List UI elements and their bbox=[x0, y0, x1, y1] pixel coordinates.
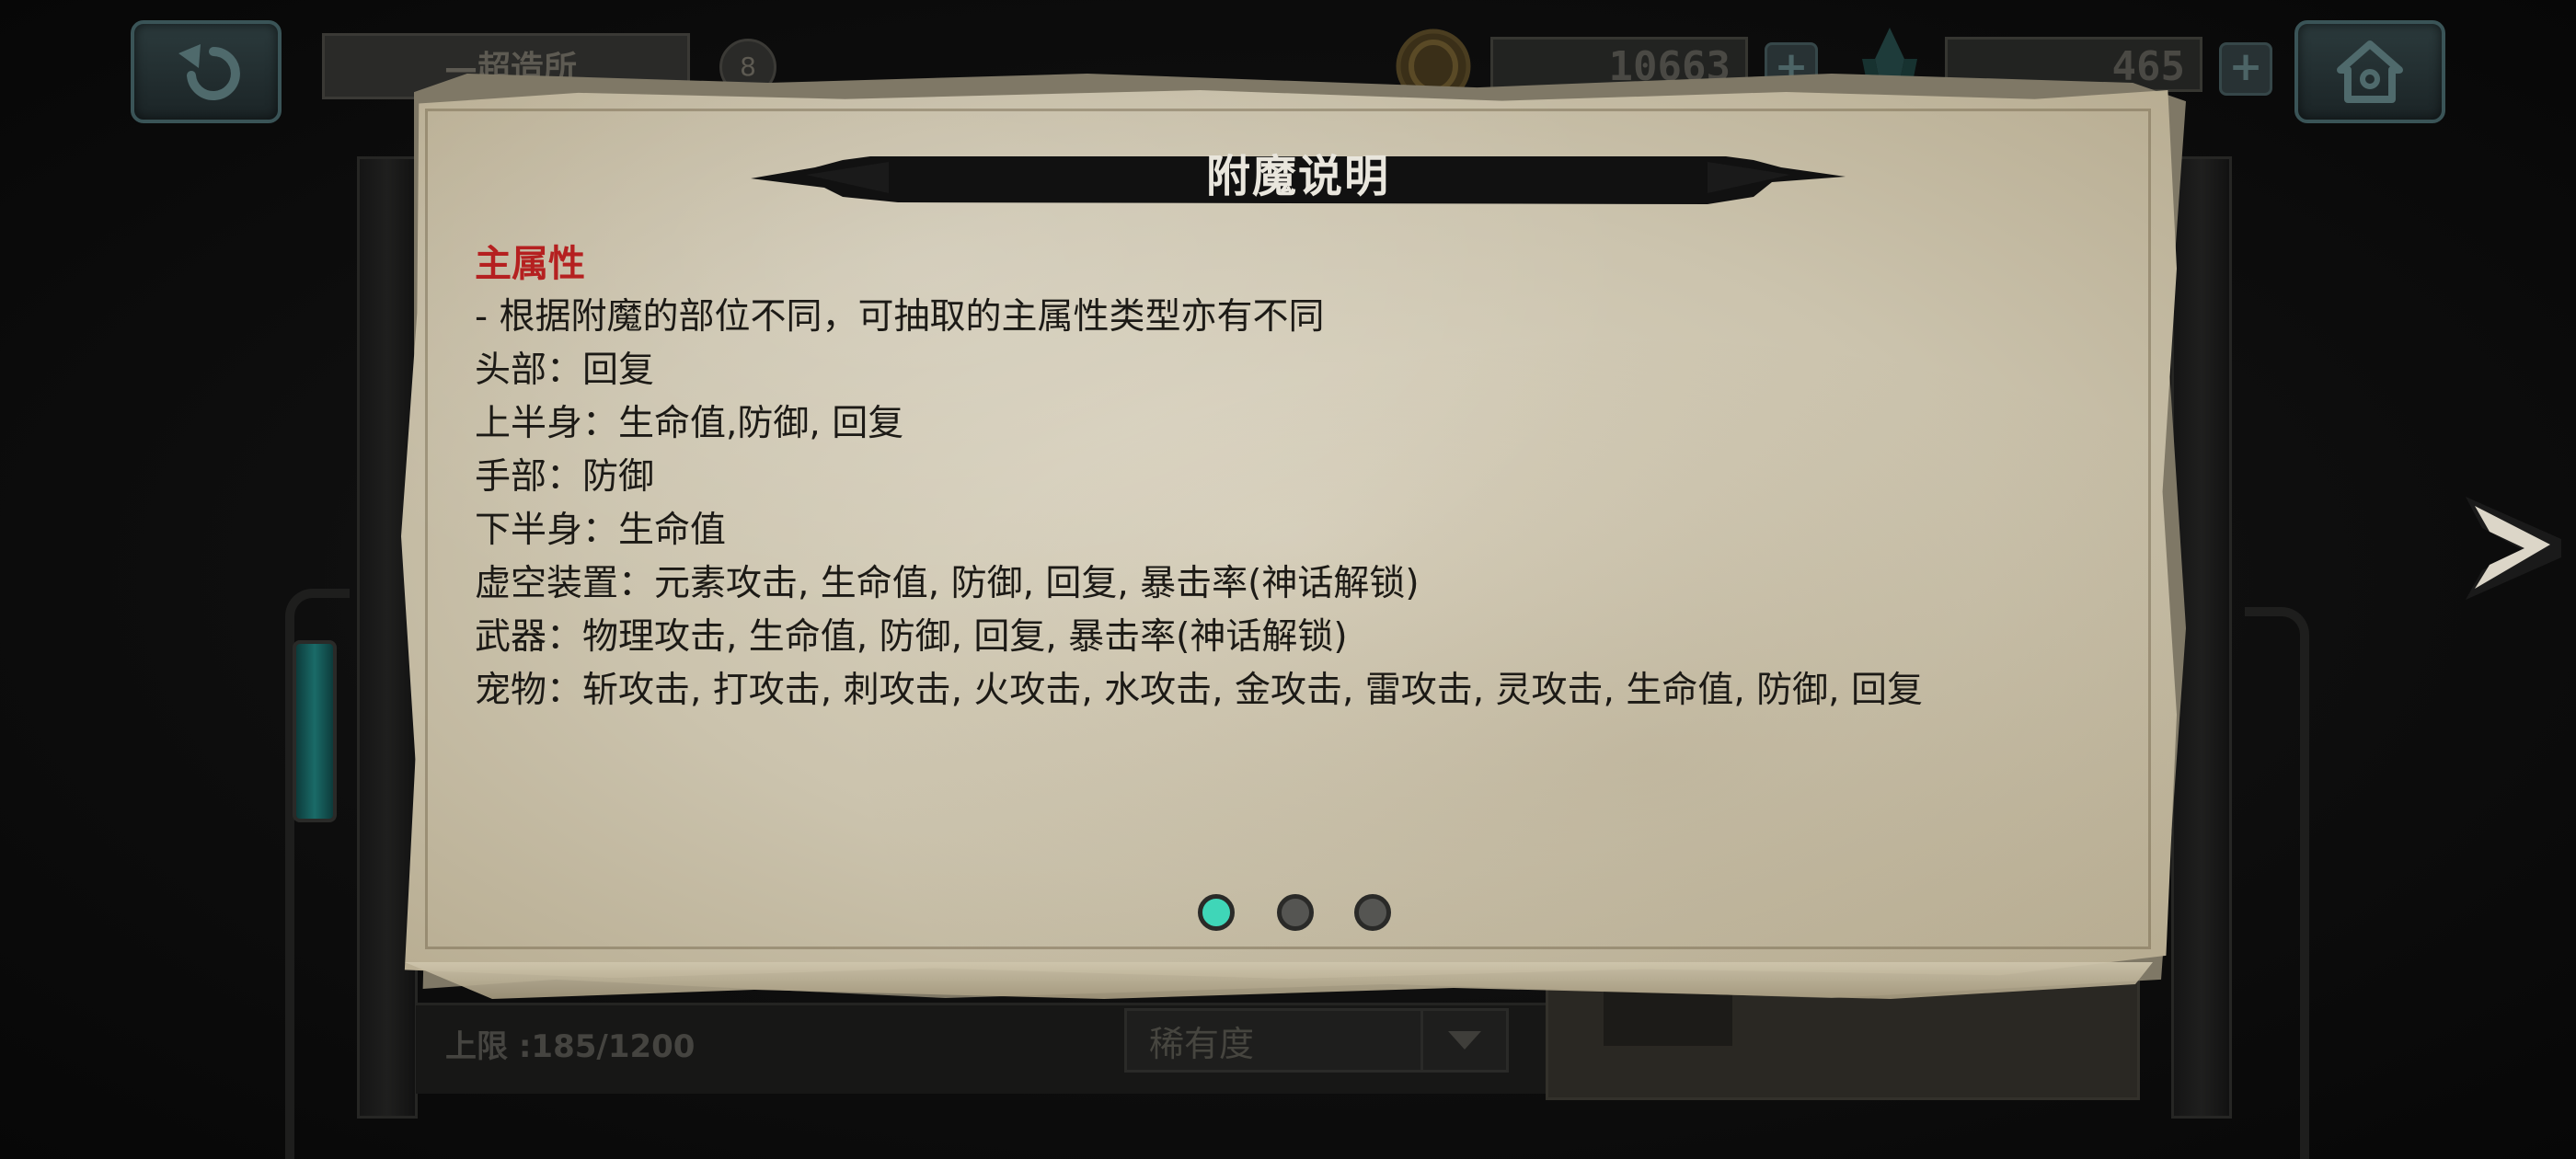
slot-line-pet: 宠物：斩攻击, 打攻击, 刺攻击, 火攻击, 水攻击, 金攻击, 雷攻击, 灵攻… bbox=[475, 670, 1923, 711]
section-heading-main-attribute: 主属性 bbox=[475, 243, 585, 285]
dialog-content: 主属性 - 根据附魔的部位不同，可抽取的主属性类型亦有不同 头部：回复 上半身：… bbox=[475, 237, 2094, 717]
page-indicator bbox=[1198, 894, 1400, 933]
rarity-dropdown-label: 稀有度 bbox=[1149, 1023, 1255, 1064]
next-page-button[interactable] bbox=[2458, 478, 2569, 616]
pipe-right bbox=[2245, 607, 2309, 1159]
description-line: - 根据附魔的部位不同，可抽取的主属性类型亦有不同 bbox=[475, 296, 1325, 338]
rarity-dropdown[interactable]: 稀有度 bbox=[1124, 1008, 1509, 1073]
game-screen: —超造所 8 10663 + 465 + 上限 :185/1200 稀有度 附魔… bbox=[0, 0, 2576, 1159]
dialog-title: 附魔说明 bbox=[1205, 151, 1390, 202]
back-button[interactable] bbox=[131, 20, 282, 123]
slot-line-head: 头部：回复 bbox=[475, 350, 655, 391]
slot-line-upper-body: 上半身：生命值,防御, 回复 bbox=[475, 403, 904, 444]
page-dot-3[interactable] bbox=[1354, 894, 1391, 931]
slot-line-hands: 手部：防御 bbox=[475, 456, 655, 498]
slot-line-weapon: 武器：物理攻击, 生命值, 防御, 回复, 暴击率(神话解锁) bbox=[475, 616, 1348, 658]
liquid-tube bbox=[293, 640, 337, 822]
capacity-label: 上限 :185/1200 bbox=[445, 1028, 696, 1065]
title-banner: 附魔说明 bbox=[751, 140, 1846, 213]
detail-panel-slot bbox=[1604, 991, 1732, 1046]
next-arrow-icon bbox=[2466, 497, 2561, 600]
back-arrow-icon bbox=[178, 44, 240, 100]
page-dot-1[interactable] bbox=[1198, 894, 1235, 931]
add-gem-button[interactable]: + bbox=[2219, 42, 2272, 96]
chevron-down-icon bbox=[1420, 1011, 1506, 1070]
parchment-torn-edge bbox=[405, 962, 2153, 999]
home-icon bbox=[2337, 40, 2403, 103]
page-dot-2[interactable] bbox=[1277, 894, 1314, 931]
slot-line-void-device: 虚空装置：元素攻击, 生命值, 防御, 回复, 暴击率(神话解锁) bbox=[475, 563, 1420, 604]
slot-line-lower-body: 下半身：生命值 bbox=[475, 510, 727, 551]
home-button[interactable] bbox=[2294, 20, 2445, 123]
